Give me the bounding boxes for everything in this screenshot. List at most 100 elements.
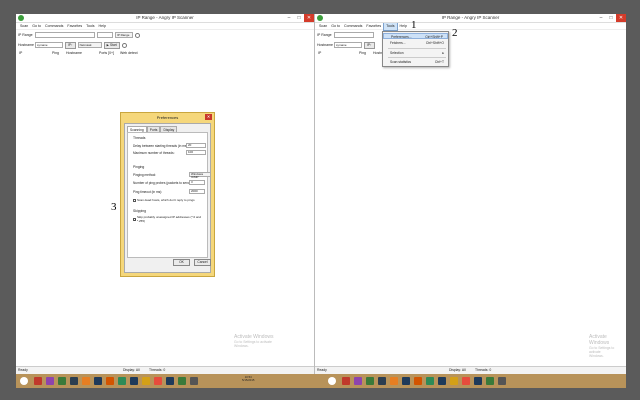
preferences-dialog: Preferences ✕ Scanning Ports Display Thr… [120,112,215,277]
maximize-icon[interactable]: □ [294,14,304,22]
skipping-group-title: Skipping [133,209,147,213]
menu-tools[interactable]: Tools [84,23,96,30]
start-icon[interactable] [328,377,336,385]
app-icon[interactable] [414,377,422,385]
close-icon[interactable]: ✕ [616,14,626,22]
right-window-title: IP Range - Angry IP Scanner [441,15,500,20]
tray-clock[interactable]: 10:54 5/15/2015 [242,376,254,382]
ip-range-end-input[interactable] [97,32,113,38]
menu-help[interactable]: Help [398,23,409,30]
max-threads-label: Maximum number of threads: [133,151,175,155]
app-icon[interactable] [390,377,398,385]
ip-range-start-input[interactable] [35,32,95,38]
hostname-input[interactable]: symane [35,42,63,48]
activate-windows-watermark: Activate Windows Go to Settings to activ… [234,334,273,348]
angry-ip-scanner-icon[interactable] [178,377,186,385]
folder-icon[interactable] [450,377,458,385]
menu-goto[interactable]: Go to [30,23,43,30]
menu-favorites[interactable]: Favorites [65,23,84,30]
firefox-icon[interactable] [154,377,162,385]
maximize-icon[interactable]: □ [606,14,616,22]
app-icon[interactable] [438,377,446,385]
start-button[interactable]: ▶ Start [103,41,120,49]
max-threads-input[interactable]: 100 [186,150,206,155]
tray-date: 5/15/2015 [242,378,255,382]
menu-goto[interactable]: Go to [329,23,342,30]
minimize-icon[interactable]: – [596,14,606,22]
menu-scan[interactable]: Scan [18,23,30,30]
ip-range-label: IP Range [18,33,33,37]
photoshop-icon[interactable] [402,377,410,385]
folder-icon[interactable] [142,377,150,385]
minimize-icon[interactable]: – [284,14,294,22]
right-toolbar-row-2: Hostname symane IP↑ [315,40,626,50]
ip-up-button[interactable]: IP↑ [65,41,76,49]
app-icon[interactable] [118,377,126,385]
skip-unassigned-checkbox[interactable]: ✓ Skip probably unassigned IP addresses … [133,215,207,223]
menu-item-scan-statistics[interactable]: Scan statistics Ctrl+T [383,59,448,65]
photoshop-icon[interactable] [94,377,102,385]
firefox-icon[interactable] [462,377,470,385]
menu-item-fetchers[interactable]: Fetchers... Ctrl+Shift+O [383,40,448,46]
col-ip[interactable]: IP [19,51,22,55]
annotation-number-3: 3 [111,201,117,213]
menu-item-preferences[interactable]: Preferences... Ctrl+Shift+P [383,33,448,39]
app-icon[interactable] [366,377,374,385]
app-icon[interactable] [426,377,434,385]
right-toolbar-row-1: IP Range [315,30,626,40]
col-web-detect[interactable]: Web detect [120,51,138,55]
app-icon[interactable] [190,377,198,385]
close-icon[interactable]: ✕ [304,14,314,22]
ip-up-button[interactable]: IP↑ [364,41,375,49]
ping-probes-input[interactable]: 3 [189,180,205,185]
app-icon[interactable] [82,377,90,385]
col-ip[interactable]: IP [318,51,321,55]
submenu-arrow-icon: ▸ [442,51,444,55]
hostname-input[interactable]: symane [334,42,362,48]
app-icon[interactable] [378,377,386,385]
menu-favorites[interactable]: Favorites [364,23,383,30]
right-results-list[interactable] [315,56,626,364]
menu-separator [388,48,446,49]
ping-method-select[interactable]: Windows ICMP [189,172,211,179]
app-icon[interactable] [106,377,114,385]
list-icon[interactable] [121,42,127,48]
ok-button[interactable]: OK [173,259,190,266]
app-icon[interactable] [498,377,506,385]
range-mode-select[interactable]: IP Range [115,32,133,38]
app-icon[interactable] [70,377,78,385]
menu-commands[interactable]: Commands [43,23,65,30]
dialog-close-icon[interactable]: ✕ [205,114,212,120]
app-icon[interactable] [34,377,42,385]
menu-help[interactable]: Help [97,23,108,30]
app-icon[interactable] [46,377,54,385]
app-icon[interactable] [58,377,66,385]
status-display: Display: All [123,368,140,372]
cancel-button[interactable]: Cancel [194,259,211,266]
app-icon[interactable] [166,377,174,385]
status-ready: Ready [18,368,28,372]
col-ping[interactable]: Ping [359,51,366,55]
checkbox-checked-icon: ✓ [133,217,137,222]
menu-item-label: Preferences... [391,35,412,39]
start-icon[interactable] [20,377,28,385]
menu-item-selection[interactable]: Selection ▸ [383,50,448,56]
menu-commands[interactable]: Commands [342,23,364,30]
refresh-icon[interactable] [135,32,140,38]
scan-dead-hosts-checkbox[interactable]: Scan dead hosts, which don't reply to pi… [133,198,195,202]
annotation-number-2: 2 [452,27,458,39]
col-ping[interactable]: Ping [52,51,59,55]
app-icon[interactable] [354,377,362,385]
menu-scan[interactable]: Scan [317,23,329,30]
col-hostname[interactable]: Hostname [66,51,82,55]
app-icon[interactable] [474,377,482,385]
delay-input[interactable]: 20 [186,143,206,148]
app-icon[interactable] [130,377,138,385]
app-icon[interactable] [342,377,350,385]
angry-ip-scanner-icon[interactable] [486,377,494,385]
ping-timeout-input[interactable]: 2000 [189,189,205,194]
hostname-label: Hostname [317,43,333,47]
col-ports[interactable]: Ports [0+] [99,51,114,55]
netmask-select[interactable]: Netmask [77,42,102,48]
ip-range-start-input[interactable] [334,32,374,38]
